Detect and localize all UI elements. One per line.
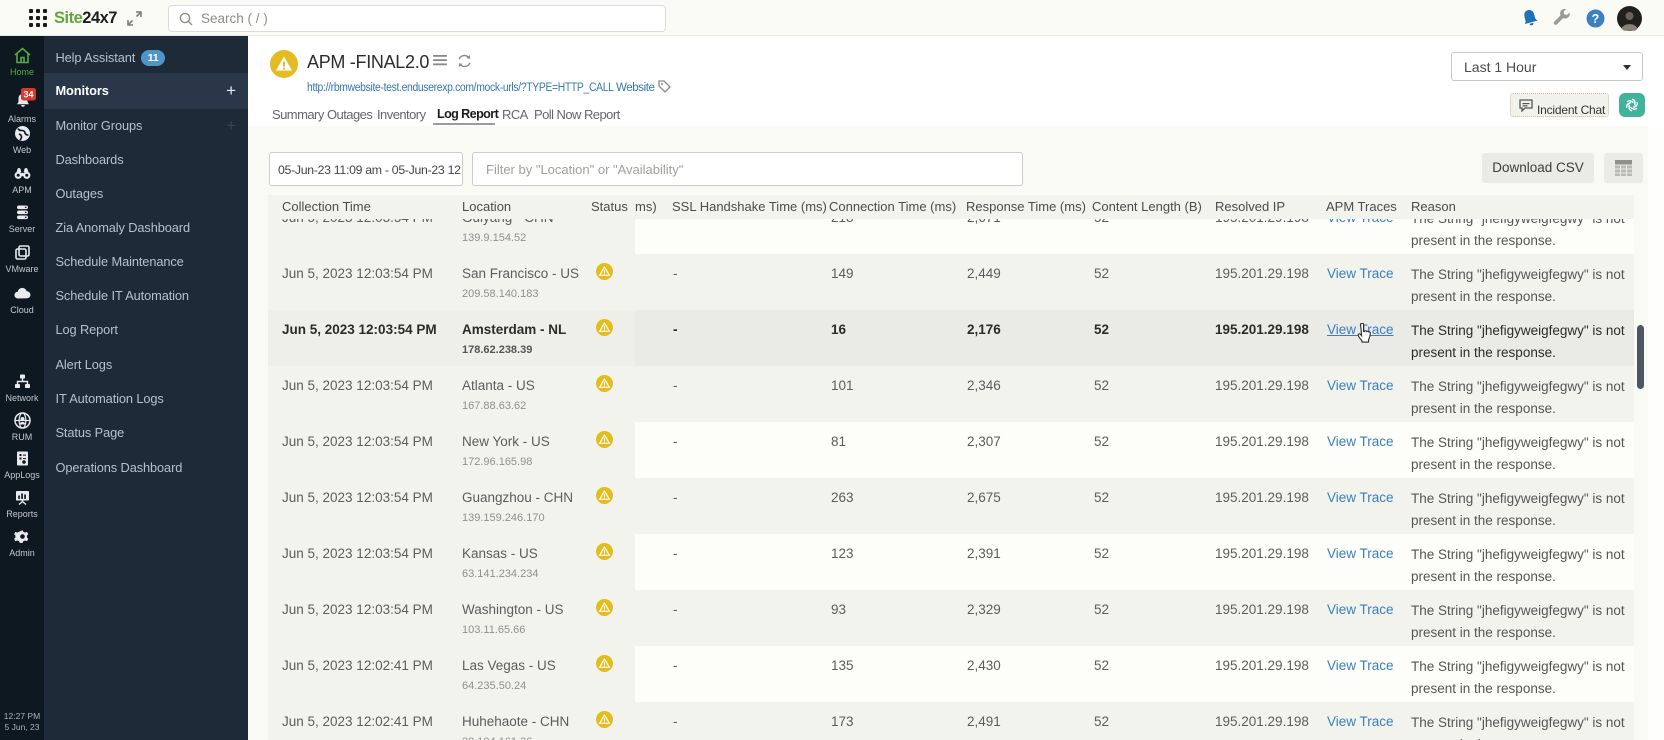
svg-text:?: ? [1592,12,1600,26]
svg-text:34: 34 [23,90,33,100]
